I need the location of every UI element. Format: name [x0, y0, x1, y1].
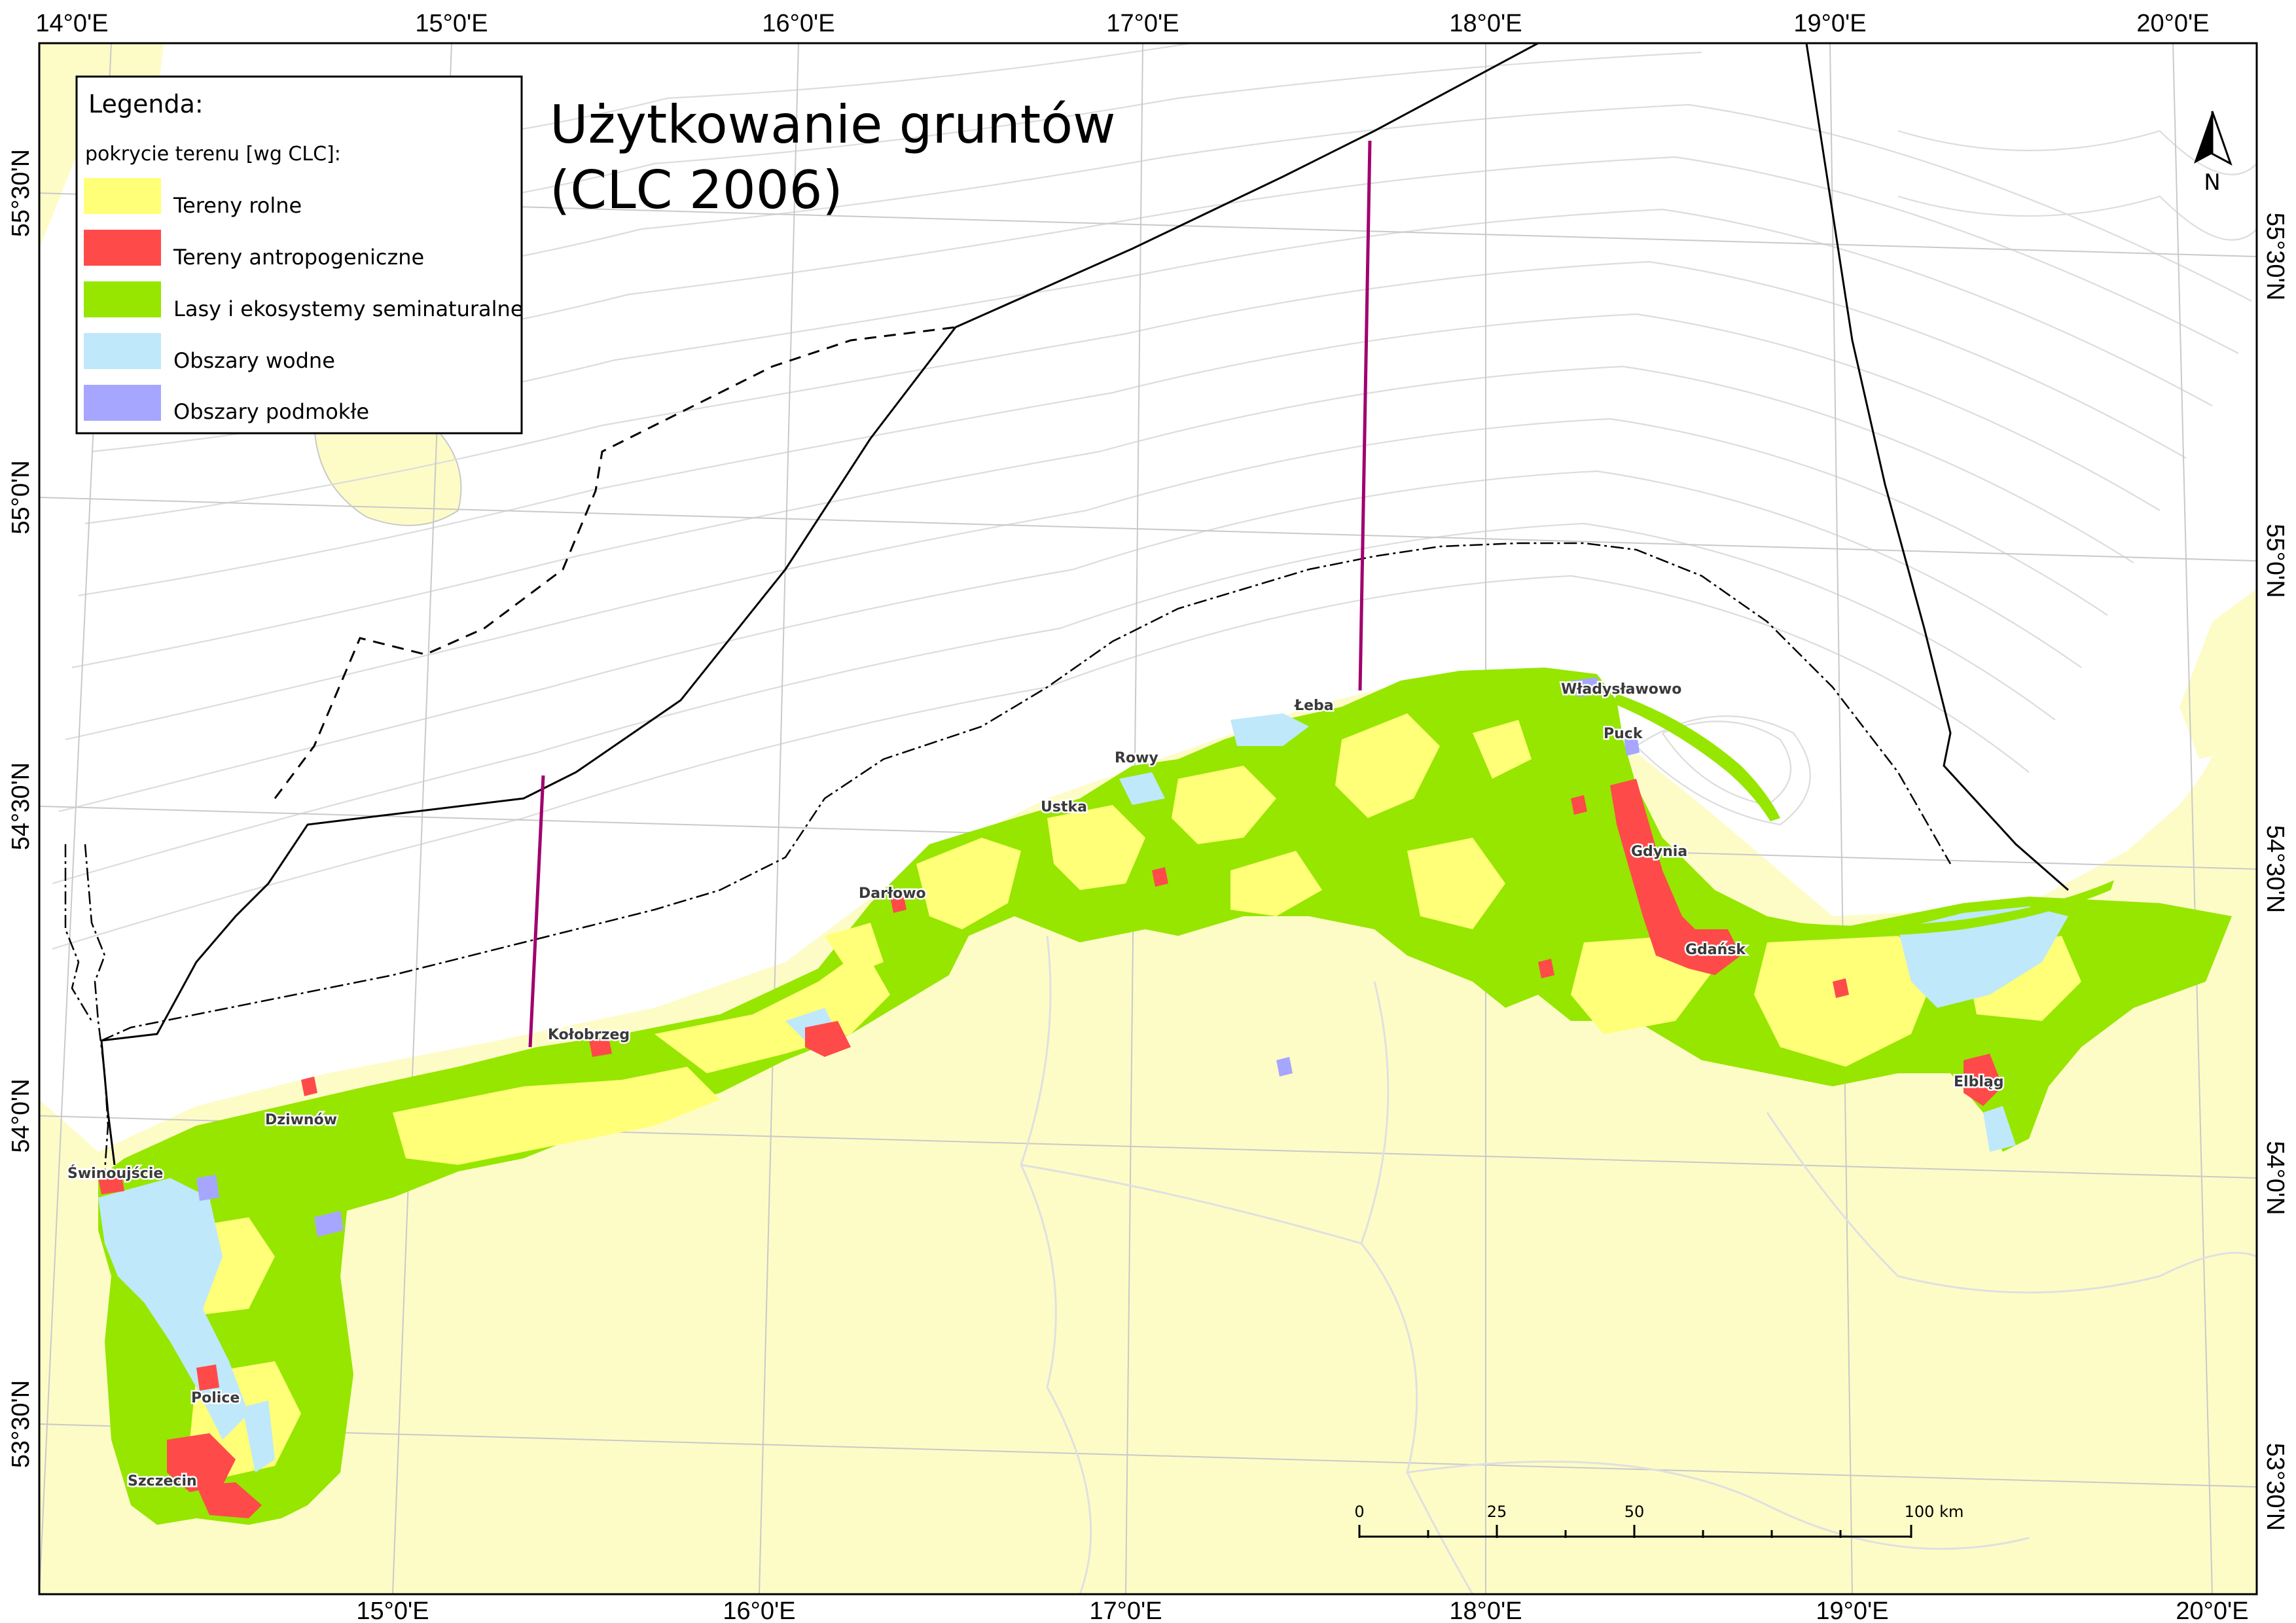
city-label-ustka: Ustka [1041, 799, 1087, 815]
scale-label: 100 km [1905, 1503, 1964, 1521]
city-label-kolobrzeg: Kołobrzeg [548, 1027, 630, 1043]
latitude-labels-right: 55°30'N 55°0'N 54°30'N 54°0'N 53°30'N [2261, 213, 2289, 1531]
scale-label: 0 [1354, 1503, 1364, 1521]
lon-label-top: 20°0'E [2136, 10, 2209, 37]
city-label-darlowo: Darłowo [859, 885, 926, 902]
legend-item-label: Lasy i ekosystemy seminaturalne [173, 296, 524, 321]
legend-swatch [84, 333, 161, 369]
city-label-police: Police [191, 1390, 240, 1406]
scale-label: 25 [1487, 1503, 1507, 1521]
city-label-szczecin: Szczecin [128, 1473, 197, 1489]
lon-label-top: 19°0'E [1793, 10, 1866, 37]
city-label-elblag: Elbląg [1954, 1074, 2003, 1090]
city-label-rowy: Rowy [1115, 750, 1158, 766]
city-label-puck: Puck [1604, 726, 1643, 742]
legend-item-label: Obszary podmokłe [173, 399, 369, 424]
lon-label-bottom: 16°0'E [723, 1597, 795, 1623]
city-label-wladyslawowo: Władysławowo [1561, 681, 1681, 698]
lon-label-bottom: 17°0'E [1089, 1597, 1162, 1623]
lon-label-top: 18°0'E [1449, 10, 1522, 37]
city-label-dziwnow: Dziwnów [265, 1112, 337, 1128]
city-label-leba: Łeba [1294, 698, 1334, 714]
lon-label-top: 15°0'E [415, 10, 488, 37]
lat-label-left: 53°30'N [7, 1380, 35, 1468]
legend-subheading: pokrycie terenu [wg CLC]: [85, 143, 341, 166]
city-label-gdansk: Gdańsk [1685, 942, 1746, 958]
longitude-labels-bottom: 15°0'E 16°0'E 17°0'E 18°0'E 19°0'E 20°0'… [356, 1597, 2248, 1623]
lon-label-top: 16°0'E [762, 10, 834, 37]
lat-label-right: 55°0'N [2261, 524, 2289, 597]
land-use-map: 14°0'E 15°0'E 16°0'E 17°0'E 18°0'E 19°0'… [7, 10, 2289, 1623]
legend-swatch [84, 385, 161, 421]
scale-label: 50 [1624, 1503, 1645, 1521]
lat-label-right: 53°30'N [2261, 1443, 2289, 1531]
city-label-swinoujscie: Świnoujście [67, 1165, 163, 1182]
lon-label-top: 14°0'E [35, 10, 108, 37]
longitude-labels-top: 14°0'E 15°0'E 16°0'E 17°0'E 18°0'E 19°0'… [35, 10, 2209, 37]
legend-swatch [84, 178, 161, 214]
legend-item-label: Obszary wodne [173, 348, 335, 373]
lon-label-bottom: 15°0'E [356, 1597, 429, 1623]
legend-item-label: Tereny antropogeniczne [173, 245, 424, 270]
map-title-line2: (CLC 2006) [550, 160, 843, 221]
lat-label-left: 54°30'N [7, 762, 35, 850]
lat-label-right: 55°30'N [2261, 213, 2289, 300]
lon-label-bottom: 20°0'E [2176, 1597, 2248, 1623]
legend-swatch [84, 281, 161, 317]
north-arrow-label: N [2204, 169, 2220, 196]
legend-heading: Legenda: [88, 90, 204, 118]
lon-label-top: 17°0'E [1106, 10, 1179, 37]
city-label-gdynia: Gdynia [1631, 844, 1687, 860]
lon-label-bottom: 18°0'E [1449, 1597, 1522, 1623]
lon-label-bottom: 19°0'E [1816, 1597, 1888, 1623]
legend-swatch [84, 230, 161, 266]
lat-label-right: 54°30'N [2261, 825, 2289, 913]
latitude-labels-left: 55°30'N 55°0'N 54°30'N 54°0'N 53°30'N [7, 149, 35, 1468]
legend: Legenda: pokrycie terenu [wg CLC]: Teren… [75, 75, 524, 435]
map-title-line1: Użytkowanie gruntów [550, 94, 1116, 155]
legend-item-label: Tereny rolne [173, 193, 302, 218]
lat-label-left: 54°0'N [7, 1079, 35, 1152]
lat-label-left: 55°0'N [7, 460, 35, 534]
lat-label-left: 55°30'N [7, 149, 35, 237]
lat-label-right: 54°0'N [2261, 1141, 2289, 1215]
